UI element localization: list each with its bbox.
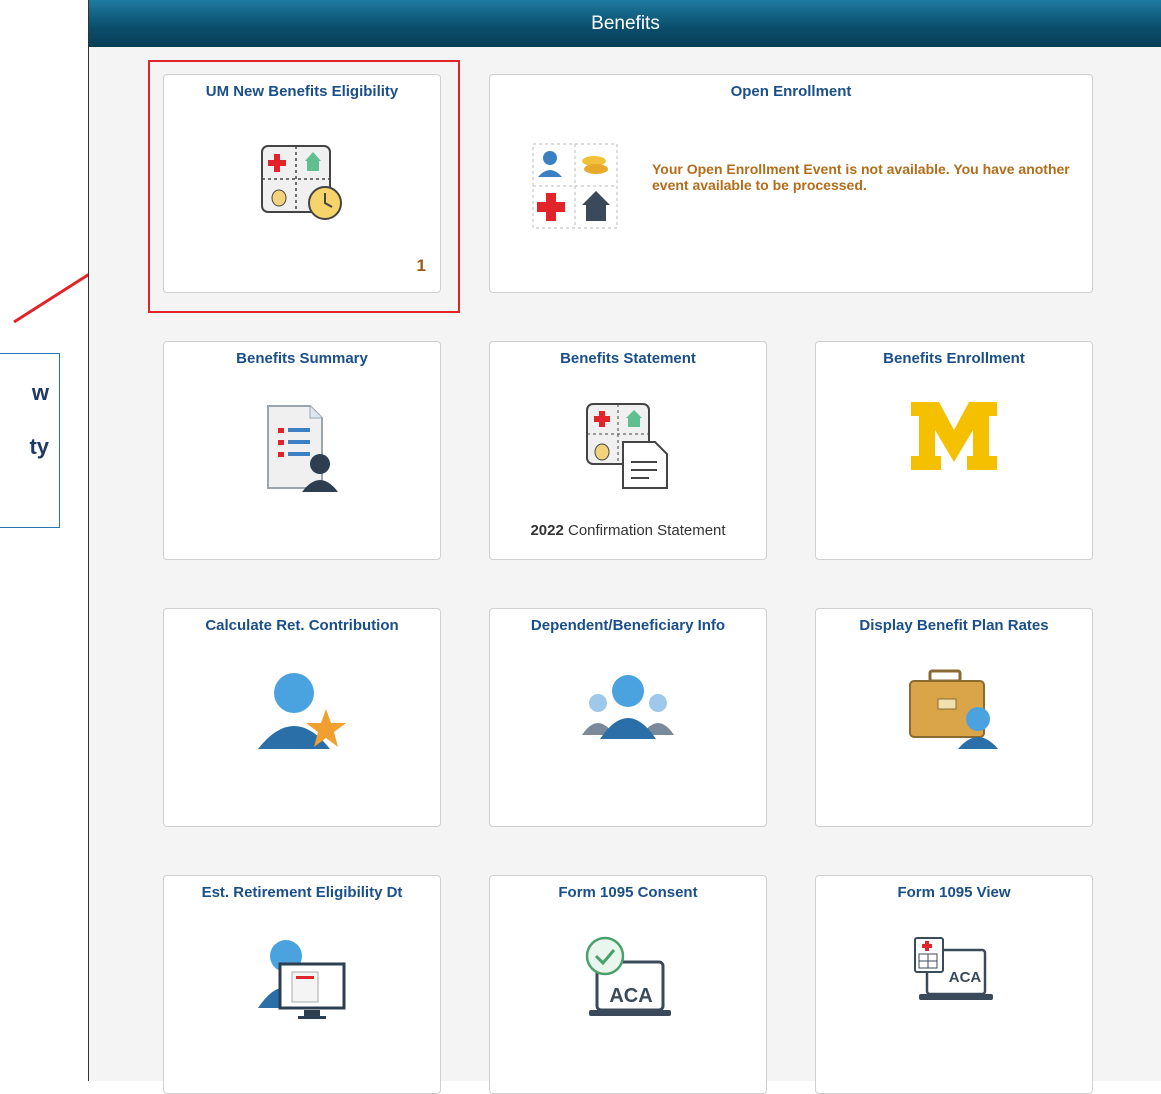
michigan-m-logo	[909, 400, 999, 477]
tile-dependent-beneficiary-info[interactable]: Dependent/Beneficiary Info	[489, 608, 767, 827]
tile-benefits-enrollment[interactable]: Benefits Enrollment	[815, 341, 1093, 560]
tile-form-1095-consent[interactable]: Form 1095 Consent ACA	[489, 875, 767, 1094]
tile-title: Benefits Enrollment	[883, 350, 1025, 367]
statement-caption-text: Confirmation Statement	[563, 522, 726, 539]
aca-label: ACA	[949, 969, 982, 986]
tile-title: Calculate Ret. Contribution	[205, 617, 399, 634]
benefits-statement-icon	[583, 402, 673, 495]
tile-title: Form 1095 View	[897, 884, 1011, 901]
benefits-summary-icon	[264, 402, 340, 497]
tile-title: Display Benefit Plan Rates	[859, 617, 1049, 634]
dependents-icon	[580, 673, 676, 748]
tile-title: Form 1095 Consent	[558, 884, 698, 901]
tile-title: Benefits Summary	[236, 350, 368, 367]
tile-title: Dependent/Beneficiary Info	[530, 617, 726, 634]
open-enrollment-message: Your Open Enrollment Event is not availa…	[652, 161, 1070, 193]
tile-display-benefit-plan-rates[interactable]: Display Benefit Plan Rates	[815, 608, 1093, 827]
callout-text-line-1: w	[31, 380, 49, 405]
highlight-box	[148, 60, 460, 313]
statement-caption: 2022 Confirmation Statement	[490, 522, 766, 539]
tile-est-retirement-eligibility-dt[interactable]: Est. Retirement Eligibility Dt	[163, 875, 441, 1094]
form-1095-view-icon: ACA	[909, 936, 999, 1021]
plan-rates-icon	[906, 669, 1002, 754]
tile-open-enrollment[interactable]: Open Enrollment Your Open Enrollment Eve…	[489, 74, 1093, 293]
tile-title: Benefits Statement	[560, 350, 696, 367]
statement-year: 2022	[530, 522, 564, 539]
callout-text-line-2: ty	[29, 434, 49, 459]
header-bar: Benefits	[89, 0, 1161, 47]
tile-form-1095-view[interactable]: Form 1095 View ACA	[815, 875, 1093, 1094]
tile-title: Open Enrollment	[730, 83, 852, 100]
annotation-callout: w ty	[0, 353, 60, 528]
tile-calculate-ret-contribution[interactable]: Calculate Ret. Contribution	[163, 608, 441, 827]
retirement-contribution-icon	[254, 669, 350, 760]
retirement-date-icon	[254, 936, 350, 1025]
aca-label: ACA	[609, 985, 652, 1007]
tile-title: Est. Retirement Eligibility Dt	[201, 884, 403, 901]
open-enrollment-icon	[532, 143, 618, 234]
tile-benefits-statement[interactable]: Benefits Statement 2022 Confirmation Sta…	[489, 341, 767, 560]
page-title: Benefits	[591, 13, 660, 34]
tile-benefits-summary[interactable]: Benefits Summary	[163, 341, 441, 560]
form-1095-consent-icon: ACA	[583, 932, 673, 1027]
